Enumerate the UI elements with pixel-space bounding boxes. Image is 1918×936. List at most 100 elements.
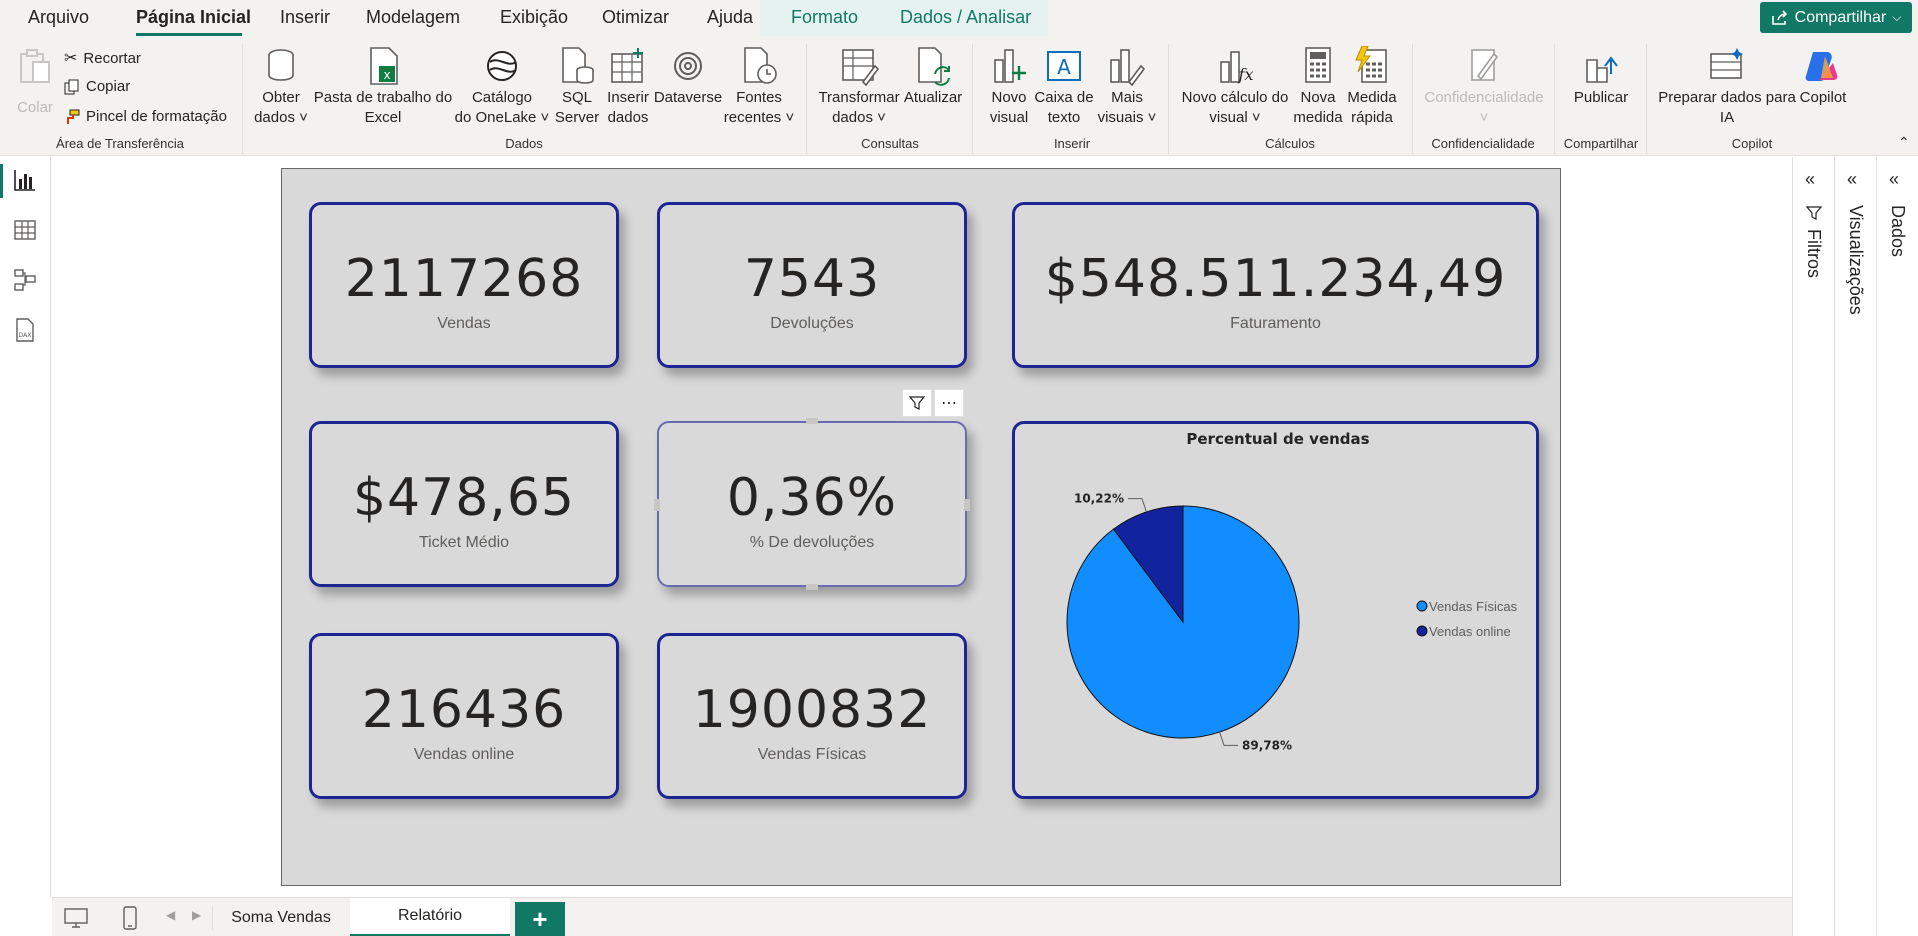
add-page-button[interactable]: +	[515, 902, 565, 936]
publish-button[interactable]: Publicar	[1568, 46, 1634, 108]
card-faturamento[interactable]: $548.511.234,49 Faturamento	[1012, 202, 1539, 368]
desktop-view-icon[interactable]	[64, 908, 88, 928]
copy-label: Copiar	[86, 78, 131, 95]
cut-button[interactable]: ✂ Recortar	[64, 48, 141, 68]
dataverse-button[interactable]: Dataverse	[654, 46, 722, 108]
recent-sources-label-1: Fontes	[736, 89, 782, 106]
quick-measure-label-2: rápida	[1351, 109, 1393, 126]
expand-visualizations-icon[interactable]: «	[1847, 169, 1857, 190]
filter-icon	[1806, 206, 1822, 220]
legend-marker	[1416, 625, 1428, 637]
recent-sources-button[interactable]: Fontes recentes ˅	[722, 46, 796, 128]
sql-server-button[interactable]: SQL Server	[552, 46, 602, 128]
chart-title: Percentual de vendas	[1186, 430, 1369, 448]
format-painter-button[interactable]: Pincel de formatação	[64, 108, 227, 125]
text-box-label-1: Caixa de	[1034, 89, 1094, 106]
more-visuals-label-1: Mais	[1111, 89, 1143, 106]
refresh-button[interactable]: Atualizar	[900, 46, 966, 108]
model-view-icon[interactable]	[12, 267, 38, 293]
new-visual-calc-label-1: Novo cálculo do	[1181, 89, 1289, 106]
card-ticket-medio[interactable]: $478,65 Ticket Médio	[309, 421, 619, 587]
svg-text:x: x	[383, 68, 390, 82]
pie-chart-visual[interactable]: Percentual de vendas 89,78% 10,22% Vendas …	[1012, 421, 1539, 799]
tab-arquivo[interactable]: Arquivo	[28, 7, 89, 28]
card-value: $548.511.234,49	[1044, 249, 1507, 309]
card-vendas-online[interactable]: 216436 Vendas online	[309, 633, 619, 799]
card-devolucoes[interactable]: 7543 Devoluções	[657, 202, 967, 368]
quick-measure-icon	[1355, 46, 1387, 83]
resize-handle[interactable]	[806, 584, 818, 590]
chevron-down-icon: ⌵	[1892, 10, 1902, 24]
excel-icon: x	[370, 47, 398, 85]
mobile-view-icon[interactable]	[122, 906, 138, 930]
text-box-button[interactable]: A Caixa de texto	[1034, 46, 1094, 128]
tab-formato[interactable]: Formato	[791, 7, 858, 28]
quick-measure-button[interactable]: Medida rápida	[1344, 46, 1400, 128]
dax-query-view-icon[interactable]: DAX	[12, 317, 38, 343]
expand-data-icon[interactable]: «	[1889, 169, 1899, 190]
enter-data-button[interactable]: Inserir dados	[604, 46, 652, 128]
visualizations-pane-title: Visualizações	[1846, 205, 1866, 315]
excel-workbook-button[interactable]: x Pasta de trabalho do Excel	[314, 46, 452, 128]
legend-label[interactable]: Vendas Físicas	[1429, 599, 1518, 614]
table-plus-icon	[611, 48, 643, 83]
table-view-icon[interactable]	[12, 217, 38, 243]
resize-handle[interactable]	[964, 499, 970, 511]
tab-pagina-inicial[interactable]: Página Inicial	[136, 7, 251, 28]
more-options-icon[interactable]: ⋯	[934, 389, 964, 417]
prepare-data-ai-button[interactable]: Preparar dados para IA	[1658, 46, 1796, 128]
copy-button[interactable]: Copiar	[64, 78, 130, 95]
legend-label[interactable]: Vendas online	[1429, 624, 1511, 639]
resize-handle[interactable]	[654, 499, 660, 511]
new-visual-icon	[994, 49, 1026, 83]
next-page-icon[interactable]: ▶	[192, 908, 201, 922]
tab-otimizar[interactable]: Otimizar	[602, 7, 669, 28]
svg-text:fx: fx	[1238, 65, 1254, 84]
tab-exibicao[interactable]: Exibição	[500, 7, 568, 28]
card-label: % De devoluções	[749, 534, 875, 551]
previous-page-icon[interactable]: ◀	[166, 908, 175, 922]
new-measure-button[interactable]: Nova medida	[1293, 46, 1343, 128]
calculator-icon	[1305, 47, 1331, 83]
copilot-button[interactable]: Copilot	[1796, 46, 1850, 108]
report-page: 2117268 Vendas 7543 Devoluções $548.511.…	[281, 168, 1561, 886]
report-view-icon[interactable]	[12, 167, 38, 193]
filters-pane[interactable]: « Filtros	[1792, 157, 1834, 936]
tab-soma-vendas[interactable]: Soma Vendas	[212, 898, 350, 936]
card-value: 7543	[743, 249, 881, 309]
paste-button[interactable]: Colar	[14, 46, 56, 118]
more-visuals-button[interactable]: Mais visuais ˅	[1094, 46, 1160, 128]
tab-relatorio[interactable]: Relatório	[350, 898, 510, 936]
card-label: Vendas	[437, 315, 491, 332]
tab-dados-analisar[interactable]: Dados / Analisar	[900, 7, 1031, 28]
copilot-icon	[1805, 52, 1838, 81]
sensitivity-button[interactable]: Confidencialidade ˅	[1422, 46, 1546, 128]
filters-pane-title: Filtros	[1804, 229, 1824, 278]
card-vendas[interactable]: 2117268 Vendas	[309, 202, 619, 368]
new-visual-calc-button[interactable]: fx Novo cálculo do visual ˅	[1178, 46, 1292, 128]
menu-bar: Arquivo Página Inicial Inserir Modelagem…	[0, 0, 1918, 36]
tab-inserir[interactable]: Inserir	[280, 7, 330, 28]
resize-handle[interactable]	[806, 418, 818, 424]
tab-ajuda[interactable]: Ajuda	[707, 7, 753, 28]
card-value: 0,36%	[726, 468, 898, 528]
view-switcher: DAX	[0, 157, 51, 897]
card-percentual-devolucoes[interactable]: 0,36% % De devoluções	[657, 421, 967, 587]
tab-modelagem[interactable]: Modelagem	[366, 7, 460, 28]
get-data-button[interactable]: Obter dados ˅	[252, 46, 310, 128]
group-label-insert: Inserir	[1053, 136, 1091, 151]
share-button[interactable]: Compartilhar ⌵	[1760, 2, 1912, 33]
filter-icon[interactable]	[902, 389, 932, 417]
new-visual-button[interactable]: Novo visual	[986, 46, 1032, 128]
expand-filters-icon[interactable]: «	[1805, 169, 1815, 190]
enter-data-label-2: dados	[607, 109, 649, 126]
collapse-ribbon-icon[interactable]: ⌃	[1898, 134, 1910, 151]
card-vendas-fisicas[interactable]: 1900832 Vendas Físicas	[657, 633, 967, 799]
transform-data-button[interactable]: Transformar dados ˅	[818, 46, 900, 128]
copy-icon	[64, 79, 79, 94]
onelake-catalog-button[interactable]: Catálogo do OneLake ˅	[454, 46, 550, 128]
visualizations-pane[interactable]: « Visualizações	[1834, 157, 1876, 936]
ribbon-separator	[1646, 44, 1647, 154]
share-icon	[1771, 9, 1787, 25]
data-pane[interactable]: « Dados	[1876, 157, 1918, 936]
